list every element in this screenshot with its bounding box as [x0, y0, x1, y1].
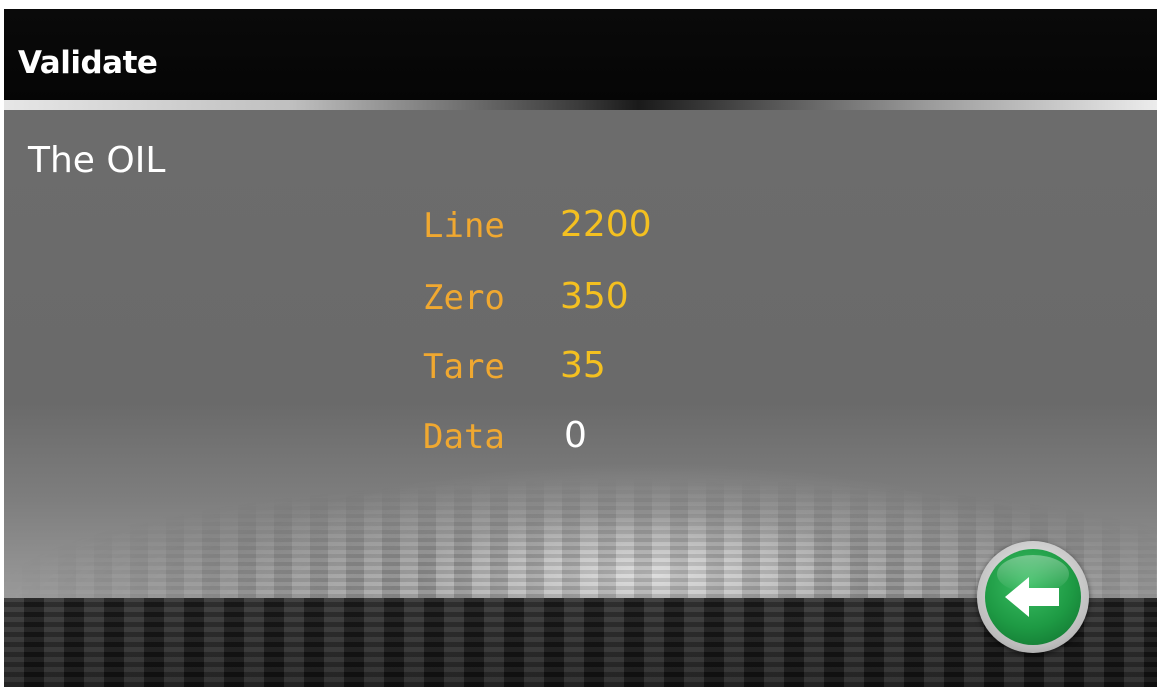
title-divider — [4, 100, 1157, 110]
back-button-face[interactable] — [985, 549, 1081, 645]
field-zero-label: Zero — [423, 278, 505, 318]
field-line-label: Line — [423, 206, 505, 246]
window-title: Validate — [18, 45, 158, 81]
field-tare-value: 35 — [560, 345, 606, 386]
screen: Validate The OIL Line 2200 Zero 350 Tare… — [4, 9, 1157, 687]
field-tare-label: Tare — [423, 347, 505, 387]
field-data-value: 0 — [564, 415, 587, 456]
field-zero-value: 350 — [560, 276, 629, 317]
title-bar: Validate — [4, 9, 1157, 100]
arrow-left-icon — [1005, 577, 1059, 617]
field-line-value: 2200 — [560, 204, 652, 245]
back-button[interactable] — [977, 541, 1089, 653]
field-data-label: Data — [423, 417, 505, 457]
product-name: The OIL — [28, 140, 166, 181]
main-panel: The OIL Line 2200 Zero 350 Tare 35 Data … — [4, 110, 1157, 598]
